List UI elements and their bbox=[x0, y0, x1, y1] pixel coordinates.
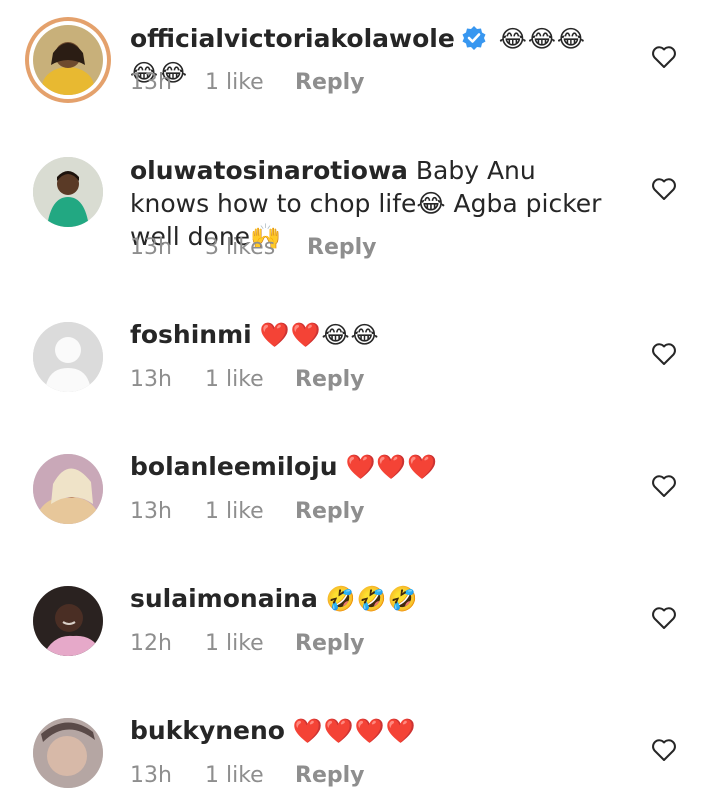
comment-meta: 12h 1 like Reply bbox=[130, 631, 365, 656]
username-link[interactable]: bolanleemiloju bbox=[130, 452, 338, 481]
reply-button[interactable]: Reply bbox=[295, 499, 365, 524]
comment-time: 13h bbox=[130, 499, 172, 524]
verified-badge-icon bbox=[462, 26, 486, 50]
heart-outline-icon[interactable] bbox=[651, 342, 677, 366]
username-link[interactable]: sulaimonaina bbox=[130, 584, 318, 613]
avatar[interactable] bbox=[33, 454, 103, 524]
username-link[interactable]: foshinmi bbox=[130, 320, 252, 349]
avatar[interactable] bbox=[33, 718, 103, 788]
comment-time: 13h bbox=[130, 367, 172, 392]
comment-emoji: ❤️❤️❤️❤️ bbox=[292, 717, 417, 745]
username-link[interactable]: officialvictoriakolawole bbox=[130, 24, 455, 53]
avatar-photo bbox=[33, 157, 103, 227]
avatar-photo bbox=[33, 586, 103, 656]
avatar-photo bbox=[33, 718, 103, 788]
heart-outline-icon[interactable] bbox=[651, 177, 677, 201]
heart-outline-icon[interactable] bbox=[651, 474, 677, 498]
default-avatar-icon bbox=[33, 322, 103, 392]
reply-button[interactable]: Reply bbox=[295, 367, 365, 392]
comment-meta: 13h 3 likes Reply bbox=[130, 235, 377, 260]
comment-likes[interactable]: 3 likes bbox=[205, 235, 307, 260]
heart-outline-icon[interactable] bbox=[651, 45, 677, 69]
comment-likes[interactable]: 1 like bbox=[205, 70, 295, 95]
comment-emoji: ❤️❤️❤️ bbox=[345, 453, 439, 481]
comment-meta: 13h 1 like Reply bbox=[130, 70, 365, 95]
comment-meta: 13h 1 like Reply bbox=[130, 367, 365, 392]
comment-likes[interactable]: 1 like bbox=[205, 367, 295, 392]
comment-meta: 13h 1 like Reply bbox=[130, 499, 365, 524]
username-link[interactable]: oluwatosinarotiowa bbox=[130, 156, 408, 185]
comment-time: 13h bbox=[130, 70, 172, 95]
comment-time: 13h bbox=[130, 235, 172, 260]
comment-likes[interactable]: 1 like bbox=[205, 499, 295, 524]
avatar[interactable] bbox=[33, 157, 103, 227]
username-link[interactable]: bukkyneno bbox=[130, 716, 285, 745]
reply-button[interactable]: Reply bbox=[295, 70, 365, 95]
reply-button[interactable]: Reply bbox=[295, 763, 365, 788]
comment-emoji: ❤️❤️😂😂 bbox=[259, 321, 380, 349]
avatar[interactable] bbox=[33, 586, 103, 656]
reply-button[interactable]: Reply bbox=[295, 631, 365, 656]
heart-outline-icon[interactable] bbox=[651, 738, 677, 762]
avatar-default[interactable] bbox=[33, 322, 103, 392]
heart-outline-icon[interactable] bbox=[651, 606, 677, 630]
comment-likes[interactable]: 1 like bbox=[205, 763, 295, 788]
avatar-story-ring[interactable] bbox=[25, 17, 111, 103]
comment-likes[interactable]: 1 like bbox=[205, 631, 295, 656]
comment-emoji: 🤣🤣🤣 bbox=[325, 585, 419, 613]
comment-meta: 13h 1 like Reply bbox=[130, 763, 365, 788]
reply-button[interactable]: Reply bbox=[307, 235, 377, 260]
comment-time: 12h bbox=[130, 631, 172, 656]
avatar-photo bbox=[33, 25, 103, 95]
comment-time: 13h bbox=[130, 763, 172, 788]
avatar-photo bbox=[33, 454, 103, 524]
